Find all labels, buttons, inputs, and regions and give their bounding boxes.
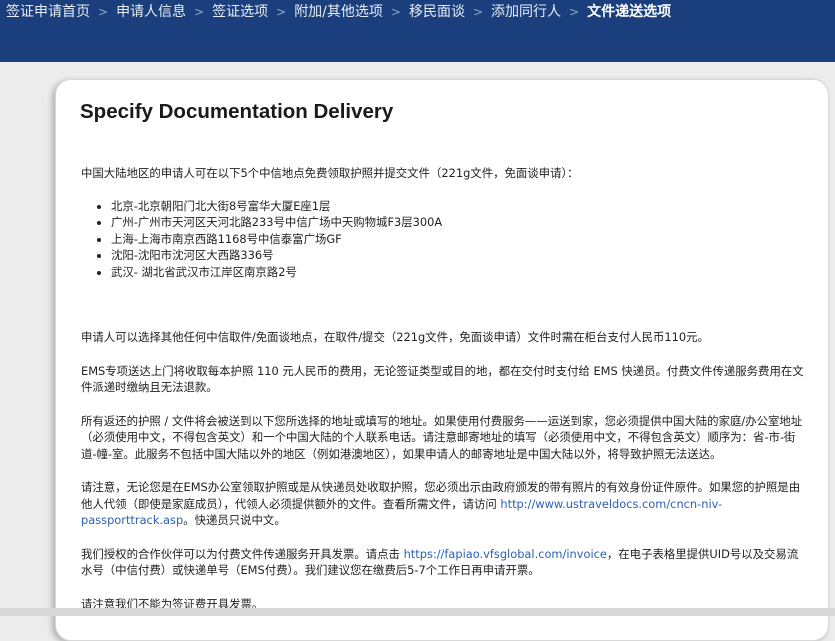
list-item: 武汉- 湖北省武汉市江岸区南京路2号 (111, 264, 806, 281)
invoice-link[interactable]: https://fapiao.vfsglobal.com/invoice (404, 547, 607, 561)
breadcrumb-item-additional-options[interactable]: 附加/其他选项 (294, 3, 383, 21)
id-note-suffix: 。快递员只说中文。 (183, 513, 286, 527)
breadcrumb-item-document-delivery: 文件递送选项 (587, 4, 672, 20)
address-note: 所有返还的护照 / 文件将会被送到以下您所选择的地址或填写的地址。如果使用付费服… (81, 413, 803, 461)
list-item: 上海-上海市南京西路1168号中信泰富广场GF (111, 231, 806, 248)
header-bar: 签证申请首页 > 申请人信息 > 签证选项 > 附加/其他选项 > 移民面谈 >… (0, 0, 835, 62)
breadcrumb-separator: > (194, 5, 205, 19)
list-item: 广州-广州市天河区天河北路233号中信广场中天购物城F3层300A (111, 214, 806, 231)
fee-note: 申请人可以选择其他任何中信取件/免面谈地点，在取件/提交（221g文件，免面谈申… (81, 330, 709, 344)
breadcrumb-separator: > (276, 5, 287, 19)
breadcrumb-item-add-companions[interactable]: 添加同行人 (491, 3, 561, 21)
breadcrumb-item-applicant-info[interactable]: 申请人信息 (116, 3, 186, 21)
invoice-note-text: 我们授权的合作伙伴可以为付费文件传递服务开具发票。请点击 (81, 546, 404, 561)
content-panel: Specify Documentation Delivery 中国大陆地区的申请… (55, 79, 829, 641)
breadcrumb-item-visa-options[interactable]: 签证选项 (212, 3, 268, 21)
id-requirement-note: 请注意，无论您是在EMS办公室领取护照或是从快递员处收取护照，您必须出示由政府颁… (81, 479, 806, 529)
invoice-note: 我们授权的合作伙伴可以为付费文件传递服务开具发票。请点击 https://fap… (81, 546, 806, 579)
breadcrumb-item-interview[interactable]: 移民面谈 (409, 3, 465, 21)
breadcrumb: 签证申请首页 > 申请人信息 > 签证选项 > 附加/其他选项 > 移民面谈 >… (6, 3, 671, 21)
intro-text: 中国大陆地区的申请人可在以下5个中信地点免费领取护照并提交文件（221g文件，免… (81, 166, 579, 180)
list-item: 沈阳-沈阳市沈河区大西路336号 (111, 247, 806, 264)
delivery-info: 中国大陆地区的申请人可在以下5个中信地点免费领取护照并提交文件（221g文件，免… (81, 165, 806, 629)
list-item: 北京-北京朝阳门北大街8号富华大厦E座1层 (111, 198, 806, 215)
breadcrumb-separator: > (98, 5, 109, 19)
breadcrumb-separator: > (472, 5, 484, 19)
pickup-location-list: 北京-北京朝阳门北大街8号富华大厦E座1层 广州-广州市天河区天河北路233号中… (81, 198, 806, 281)
ems-note: EMS专项送达上门将收取每本护照 110 元人民币的费用，无论签证类型或目的地，… (81, 363, 804, 395)
breadcrumb-separator: > (390, 5, 401, 19)
breadcrumb-separator: > (569, 5, 580, 19)
bottom-strip (0, 608, 835, 616)
breadcrumb-item-home[interactable]: 签证申请首页 (6, 3, 90, 21)
page-title: Specify Documentation Delivery (80, 100, 394, 123)
